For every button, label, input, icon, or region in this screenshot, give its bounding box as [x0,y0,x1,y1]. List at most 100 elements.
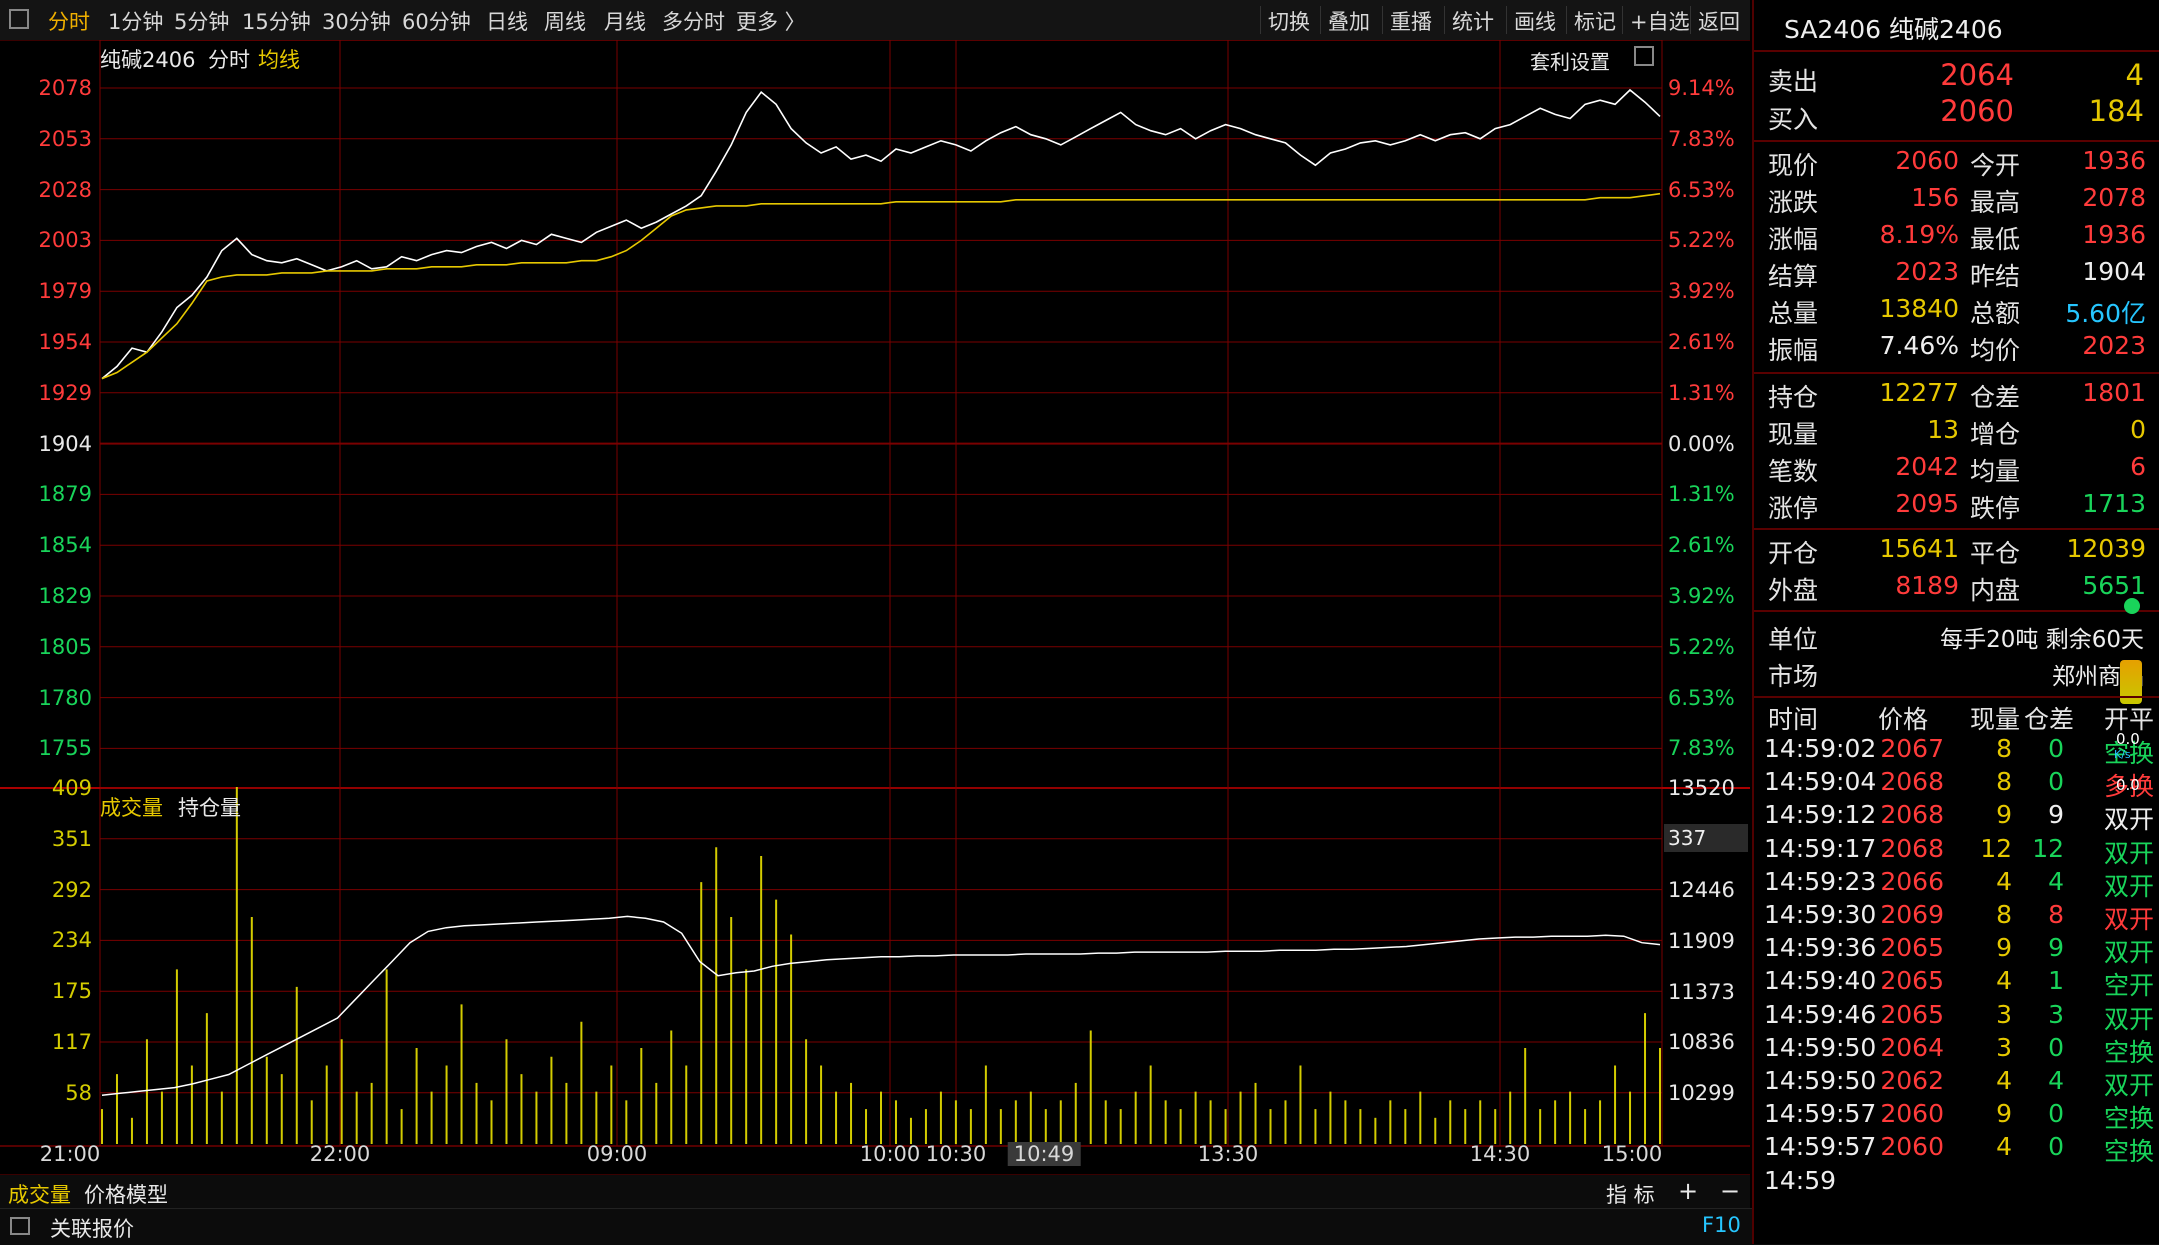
toolbar-action-4[interactable]: 画线 [1514,6,1556,36]
tick-time: 14:59:17 [1764,833,1877,863]
time-tick-label: 22:00 [309,1142,371,1166]
tick-open-close: 双开 [2104,838,2155,868]
timeframe-tab-8[interactable]: 月线 [604,6,646,36]
percent-tick-label: 1.31% [1668,482,1735,507]
timeframe-tab-0[interactable]: 分时 [48,6,90,36]
intraday-chart[interactable]: 纯碱2406 分时 均线 套利设置 成交量 持仓量 2078 2053 2028 20… [0,40,1750,1186]
toolbar-action-3[interactable]: 统计 [1452,6,1494,36]
time-tick-label: 14:30 [1469,1142,1531,1166]
timeframe-tab-10[interactable]: 更多 〉 [736,6,806,36]
quote-field-value: 5651 [2082,571,2146,600]
quote-field-value: 2023 [2082,331,2146,360]
tick-qty: 9 [1996,800,2012,830]
f10-button[interactable]: F10 [1702,1213,1741,1237]
tick-qty: 12 [1980,833,2012,863]
quote-field-label: 均量 [1970,457,2021,486]
quote-title: SA2406 纯碱2406 [1784,15,2003,44]
tick-qty: 4 [1996,1132,2012,1162]
arbitrage-settings-button[interactable]: 套利设置 [1530,46,1610,75]
tab-price-model[interactable]: 价格模型 [84,1179,168,1209]
related-quote-icon[interactable] [10,1217,30,1235]
toolbar-separator [1506,6,1507,34]
tick-price: 2060 [1880,1132,1944,1162]
tick-oi-change: 1 [2048,966,2064,996]
tick-qty: 4 [1996,866,2012,896]
chart-canvas[interactable] [0,40,1750,1174]
tick-price: 2065 [1880,999,1944,1029]
zoom-in-button[interactable]: + [1678,1177,1698,1205]
toolbar-action-7[interactable]: 返回 [1698,6,1740,36]
tick-oi-change: 4 [2048,1066,2064,1095]
divider [1754,610,2159,612]
toolbar-action-1[interactable]: 叠加 [1328,6,1370,36]
unit-value: 每手20吨 剩余60天 [1940,627,2144,653]
connection-status-icon [2124,598,2140,614]
price-tick-label: 1755 [38,736,92,761]
percent-tick-label: 2.61% [1668,330,1735,354]
tick-open-close: 双开 [2104,1004,2155,1034]
toolbar-action-0[interactable]: 切换 [1268,6,1310,36]
timeframe-tab-7[interactable]: 周线 [544,6,586,36]
indicator-button[interactable]: 指 标 [1606,1179,1655,1209]
timeframe-tab-9[interactable]: 多分时 [662,6,725,36]
toolbar-separator [1382,6,1383,34]
oi-cursor-marker: 337 [1664,824,1748,852]
open-interest-label: 持仓量 [178,796,241,820]
zoom-out-button[interactable]: − [1720,1177,1740,1205]
quote-field-value: 12277 [1879,378,1959,407]
price-line [101,88,1661,380]
quote-field-value: 2078 [2082,183,2146,212]
tick-open-close: 双开 [2104,1071,2155,1100]
quote-field-label: 最高 [1970,188,2021,217]
cursor-time-label: 10:49 [1007,1142,1081,1166]
volume-tick-label: 234 [51,928,92,953]
timeframe-tab-2[interactable]: 5分钟 [174,6,229,36]
layout-toggle-icon[interactable] [9,9,29,29]
quote-field-value: 5.60亿 [2065,299,2146,328]
quote-field-label: 现价 [1768,151,1819,180]
divider [1754,528,2159,530]
oi-tick-label: 13520 [1668,776,1735,800]
tick-price: 2068 [1880,833,1944,863]
toolbar-separator [1320,6,1321,34]
toolbar-action-6[interactable]: +自选 [1630,6,1690,36]
percent-tick-label: 2.61% [1668,533,1735,558]
tick-time: 14:59:02 [1764,734,1877,763]
tick-qty: 4 [1996,966,2012,996]
quote-field-value: 15641 [1879,534,1959,563]
tick-time: 14:59:46 [1764,999,1877,1029]
tab-volume[interactable]: 成交量 [8,1179,71,1209]
tick-time: 14:59:12 [1764,800,1877,830]
avg-price-line [101,192,1661,380]
quote-field-label: 结算 [1768,262,1819,291]
buy-label: 买入 [1768,105,1819,134]
toolbar-action-5[interactable]: 标记 [1574,6,1616,36]
quote-field-label: 涨停 [1768,494,1819,523]
tick-price: 2068 [1880,800,1944,830]
quote-field-value: 2042 [1895,452,1959,481]
price-tick-label: 1929 [38,380,92,405]
panel-toggle-icon[interactable] [1634,46,1654,66]
chart-frame-border [99,40,1663,1147]
timeframe-tab-1[interactable]: 1分钟 [108,6,163,36]
percent-tick-label: 7.83% [1668,126,1735,151]
tick-open-close: 空换 [2104,1104,2155,1134]
timeframe-tab-6[interactable]: 日线 [486,6,528,36]
timeframe-tab-5[interactable]: 60分钟 [402,6,471,36]
timeframe-tab-4[interactable]: 30分钟 [322,6,391,36]
tick-open-close: 双开 [2104,871,2155,901]
quote-field-label: 持仓 [1768,383,1819,412]
tick-qty: 8 [1996,900,2012,929]
quote-field-label: 涨跌 [1768,188,1819,217]
quote-field-label: 内盘 [1970,576,2021,605]
quote-field-label: 开仓 [1768,539,1819,568]
percent-tick-label: 6.53% [1668,177,1735,202]
quote-field-value: 2060 [1895,146,1959,175]
oi-tick-label: 10299 [1668,1081,1735,1105]
oi-tick-label: 12446 [1668,878,1735,902]
related-quote-button[interactable]: 关联报价 [50,1213,134,1243]
timeframe-tab-3[interactable]: 15分钟 [242,6,311,36]
tick-open-close: 双开 [2104,938,2155,968]
toolbar-action-2[interactable]: 重播 [1390,6,1432,36]
volume-tick-label: 58 [65,1080,92,1105]
